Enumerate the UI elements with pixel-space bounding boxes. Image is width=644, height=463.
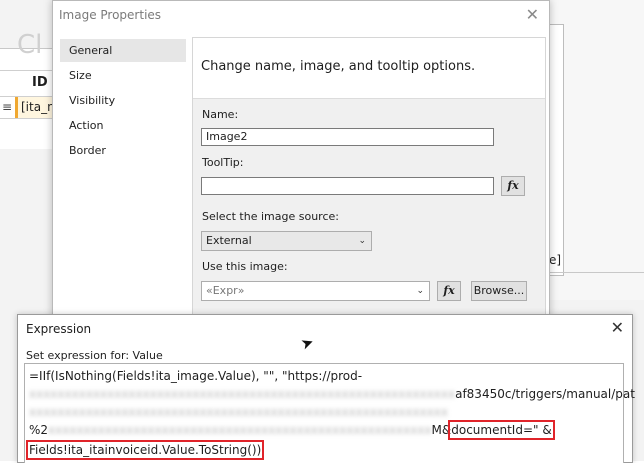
image-source-label: Select the image source: <box>202 210 339 223</box>
tooltip-label: ToolTip: <box>202 156 244 169</box>
image-expression-button[interactable]: fx <box>437 281 461 301</box>
image-source-value: External <box>206 234 252 247</box>
nav-item-visibility[interactable]: Visibility <box>60 89 186 112</box>
nav-item-border[interactable]: Border <box>60 139 186 162</box>
dialog-title: Image Properties <box>59 8 162 22</box>
panel-header: Change name, image, and tooltip options. <box>193 38 545 99</box>
properties-nav: General Size Visibility Action Border <box>60 37 186 319</box>
close-icon[interactable]: ✕ <box>526 5 539 24</box>
designer-right-textbox <box>548 24 564 276</box>
expression-line-4-prefix: %2 <box>29 423 49 437</box>
highlighted-invoice-field: Fields!ita_itainvoiceid.Value.ToString()… <box>25 440 265 460</box>
redacted-text: xxxxxxxxxxxxxxxxxxxxxxxxxxxxxxxxxxxxxxxx… <box>48 423 432 437</box>
chevron-down-icon: ⌄ <box>416 286 424 296</box>
expression-line-2-visible: af83450c/triggers/manual/pat <box>455 387 635 401</box>
fx-icon: fx <box>507 179 519 192</box>
redacted-text: xxxxxxxxxxxxxxxxxxxxxxxxxxxxxxxxxxxxxxxx… <box>29 405 448 419</box>
expression-line-3: xxxxxxxxxxxxxxxxxxxxxxxxxxxxxxxxxxxxxxxx… <box>29 405 448 419</box>
panel-heading: Change name, image, and tooltip options. <box>201 59 476 74</box>
expression-dialog-title: Expression <box>26 322 92 336</box>
expression-dialog: Expression ✕ Set expression for: Value =… <box>17 314 635 463</box>
nav-item-general[interactable]: General <box>60 39 186 62</box>
designer-right-fragment: e] <box>549 253 562 267</box>
row-handle-icon[interactable]: ≡ <box>2 100 12 114</box>
tooltip-expression-button[interactable]: fx <box>501 176 525 196</box>
name-label: Name: <box>202 108 239 121</box>
nav-item-action[interactable]: Action <box>60 114 186 137</box>
highlighted-document-id: documentId=" & <box>448 420 555 440</box>
expression-editor[interactable]: =IIf(IsNothing(Fields!ita_image.Value), … <box>24 363 635 463</box>
expression-line-5: Fields!ita_itainvoiceid.Value.ToString()… <box>25 440 265 460</box>
image-properties-dialog: Image Properties ✕ General Size Visibili… <box>52 0 550 320</box>
close-icon[interactable]: ✕ <box>611 318 624 337</box>
table-gridline <box>0 70 60 71</box>
report-title-fragment: Cl <box>17 30 43 60</box>
browse-button[interactable]: Browse... <box>471 281 527 301</box>
use-image-value: «Expr» <box>206 284 245 297</box>
expression-subtitle: Set expression for: Value <box>26 349 163 362</box>
expression-line-2: xxxxxxxxxxxxxxxxxxxxxxxxxxxxxxxxxxxxxxxx… <box>29 387 635 401</box>
expression-line-1: =IIf(IsNothing(Fields!ita_image.Value), … <box>29 369 363 383</box>
expression-line-4: %2xxxxxxxxxxxxxxxxxxxxxxxxxxxxxxxxxxxxxx… <box>29 420 555 440</box>
tooltip-input[interactable] <box>201 177 494 195</box>
nav-item-size[interactable]: Size <box>60 64 186 87</box>
use-image-label: Use this image: <box>202 260 288 273</box>
name-input[interactable]: Image2 <box>201 128 494 146</box>
expression-line-4-visible: M& <box>431 423 452 437</box>
image-source-select[interactable]: External ⌄ <box>201 231 372 251</box>
chevron-down-icon: ⌄ <box>358 236 366 246</box>
table-header-id: ID <box>32 75 48 90</box>
use-image-combo[interactable]: «Expr» ⌄ <box>201 281 430 301</box>
designer-right-divider <box>548 272 644 273</box>
fx-icon: fx <box>443 284 455 297</box>
general-panel: Change name, image, and tooltip options.… <box>192 37 546 320</box>
table-gridline <box>0 118 60 119</box>
redacted-text: xxxxxxxxxxxxxxxxxxxxxxxxxxxxxxxxxxxxxxxx… <box>29 387 456 401</box>
